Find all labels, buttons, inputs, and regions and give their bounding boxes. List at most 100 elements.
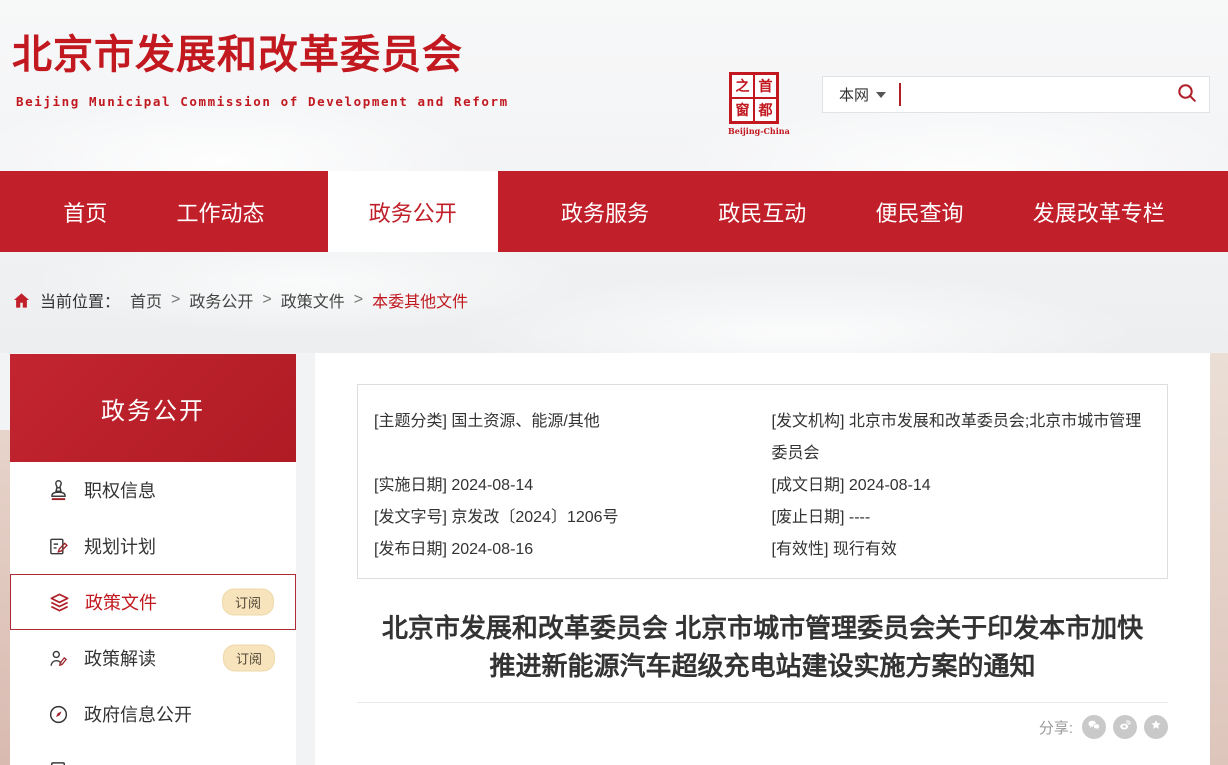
- share-buttons: [1082, 715, 1168, 739]
- search-button[interactable]: [1165, 77, 1209, 112]
- nav-tab-label: 便民查询: [875, 196, 963, 228]
- plan-edit-icon: [47, 535, 70, 558]
- subscribe-badge[interactable]: 订阅: [223, 645, 275, 672]
- meta-row: [发布日期] 2024-08-16: [374, 534, 748, 566]
- star-icon: [1148, 717, 1164, 738]
- breadcrumb-item[interactable]: > 政策文件: [253, 288, 344, 312]
- meta-value: 2024-08-16: [451, 541, 533, 558]
- meta-row: [主题分类] 国土资源、能源/其他: [374, 406, 748, 470]
- stamp-icon: [47, 479, 70, 502]
- meta-value: 京发改〔2024〕1206号: [451, 509, 618, 526]
- document-meta-box: [主题分类] 国土资源、能源/其他 [实施日期] 2024-08-14 [发文字…: [357, 384, 1168, 579]
- breadcrumb-item-label: 本委其他文件: [372, 288, 468, 312]
- nav-tab[interactable]: 便民查询: [869, 171, 969, 252]
- breadcrumb-separator: >: [262, 291, 271, 309]
- nav-tab[interactable]: 发展改革专栏: [1027, 171, 1171, 252]
- nav-tab-label: 政务服务: [561, 196, 649, 228]
- wechat-icon: [1086, 717, 1102, 738]
- document-title: 北京市发展和改革委员会 北京市城市管理委员会关于印发本市加快推进新能源汽车超级充…: [378, 609, 1148, 685]
- breadcrumb-label: 当前位置：: [40, 288, 120, 312]
- sidebar-item-label: 政策文件: [85, 589, 157, 615]
- nav-tab[interactable]: 工作动态: [170, 171, 270, 252]
- search-scope-dropdown[interactable]: 本网: [823, 84, 899, 105]
- site-header: 北京市发展和改革委员会 Beijing Municipal Commission…: [0, 0, 1228, 171]
- breadcrumb-item[interactable]: > 首页: [130, 288, 162, 312]
- meta-value: 2024-08-14: [849, 477, 931, 494]
- sidebar-title: 政务公开: [10, 354, 296, 462]
- site-logo[interactable]: 北京市发展和改革委员会 Beijing Municipal Commission…: [12, 22, 509, 109]
- nav-tab-label: 工作动态: [176, 196, 264, 228]
- sidebar-item[interactable]: [10, 742, 296, 765]
- person-edit-icon: [47, 647, 70, 670]
- sidebar-item[interactable]: 政策文件 订阅: [10, 574, 296, 630]
- seal-char: 窗: [732, 99, 753, 121]
- meta-row: [实施日期] 2024-08-14: [374, 470, 748, 502]
- nav-tab[interactable]: 首页: [57, 171, 113, 252]
- nav-tab[interactable]: 政民互动: [712, 171, 812, 252]
- seal-char: 都: [755, 99, 776, 121]
- sidebar-item[interactable]: 职权信息: [10, 462, 296, 518]
- document-icon: [47, 759, 70, 765]
- search-icon: [1175, 81, 1199, 108]
- meta-value: 国土资源、能源/其他: [451, 413, 599, 430]
- nav-tab-label: 首页: [63, 196, 107, 228]
- meta-label: [成文日期]: [772, 477, 845, 494]
- meta-label: [实施日期]: [374, 477, 447, 494]
- nav-tab[interactable]: 政务服务: [555, 171, 655, 252]
- meta-value: ----: [849, 509, 870, 526]
- seal-grid: 之 首 窗 都: [729, 72, 779, 124]
- search-scope-label: 本网: [839, 84, 869, 105]
- breadcrumb-items: > 首页 > 政务公开 > 政策文件 > 本委其他文件: [130, 288, 468, 312]
- share-button[interactable]: [1082, 715, 1106, 739]
- meta-column-right: [发文机构] 北京市发展和改革委员会;北京市城市管理委员会 [成文日期] 202…: [772, 406, 1146, 566]
- subscribe-badge[interactable]: 订阅: [222, 589, 274, 616]
- breadcrumb-item[interactable]: > 政务公开: [162, 288, 253, 312]
- sidebar-item-label: 政策解读: [84, 645, 156, 671]
- sidebar-item[interactable]: 政府信息公开: [10, 686, 296, 742]
- meta-label: [发布日期]: [374, 541, 447, 558]
- search-bar: 本网: [822, 76, 1210, 113]
- breadcrumb-item-label: 政务公开: [189, 288, 253, 312]
- chevron-down-icon: [876, 92, 886, 98]
- sidebar-item-label: 规划计划: [84, 533, 156, 559]
- meta-row: [成文日期] 2024-08-14: [772, 470, 1146, 502]
- meta-label: [主题分类]: [374, 413, 447, 430]
- site-title: 北京市发展和改革委员会: [12, 22, 509, 80]
- nav-tab[interactable]: 政务公开: [328, 171, 498, 252]
- sidebar-item[interactable]: 规划计划: [10, 518, 296, 574]
- sidebar-item-label: 政府信息公开: [84, 701, 192, 727]
- compass-icon: [47, 703, 70, 726]
- meta-row: [有效性] 现行有效: [772, 534, 1146, 566]
- beijing-china-seal-logo[interactable]: 之 首 窗 都 Beijing-China: [728, 72, 780, 136]
- sidebar-item[interactable]: 政策解读 订阅: [10, 630, 296, 686]
- main-content: [主题分类] 国土资源、能源/其他 [实施日期] 2024-08-14 [发文字…: [315, 353, 1210, 765]
- weibo-icon: [1117, 717, 1133, 738]
- nav-tab-label: 政民互动: [718, 196, 806, 228]
- share-row: 分享:: [315, 715, 1168, 739]
- seal-char: 首: [755, 75, 776, 97]
- nav-tab-label: 发展改革专栏: [1033, 196, 1165, 228]
- meta-value: 2024-08-14: [451, 477, 533, 494]
- share-button[interactable]: [1113, 715, 1137, 739]
- sidebar-menu: 职权信息 规划计划 政策文件 订阅 政策解读 订阅 政府信息公开: [10, 462, 296, 765]
- meta-label: [发文机构]: [772, 413, 845, 430]
- sidebar-item-label: 职权信息: [84, 477, 156, 503]
- meta-value: 现行有效: [833, 541, 897, 558]
- home-icon[interactable]: [12, 291, 31, 310]
- seal-caption: Beijing-China: [728, 126, 780, 136]
- breadcrumb-item[interactable]: > 本委其他文件: [345, 288, 468, 312]
- main-nav: 首页 工作动态 政务公开 政务服务 政民互动 便民查询 发展改革专栏: [0, 171, 1228, 252]
- share-label: 分享:: [1039, 717, 1073, 738]
- meta-row: [废止日期] ----: [772, 502, 1146, 534]
- meta-row: [发文字号] 京发改〔2024〕1206号: [374, 502, 748, 534]
- sidebar: 政务公开 职权信息 规划计划 政策文件 订阅 政策解读 订阅 政府信息公开: [10, 354, 296, 765]
- breadcrumb-separator: >: [354, 291, 363, 309]
- meta-label: [发文字号]: [374, 509, 447, 526]
- divider: [357, 702, 1168, 703]
- share-button[interactable]: [1144, 715, 1168, 739]
- breadcrumb-item-label: 首页: [130, 288, 162, 312]
- search-input[interactable]: [901, 77, 1165, 112]
- meta-label: [有效性]: [772, 541, 829, 558]
- seal-char: 之: [732, 75, 753, 97]
- breadcrumb-item-label: 政策文件: [281, 288, 345, 312]
